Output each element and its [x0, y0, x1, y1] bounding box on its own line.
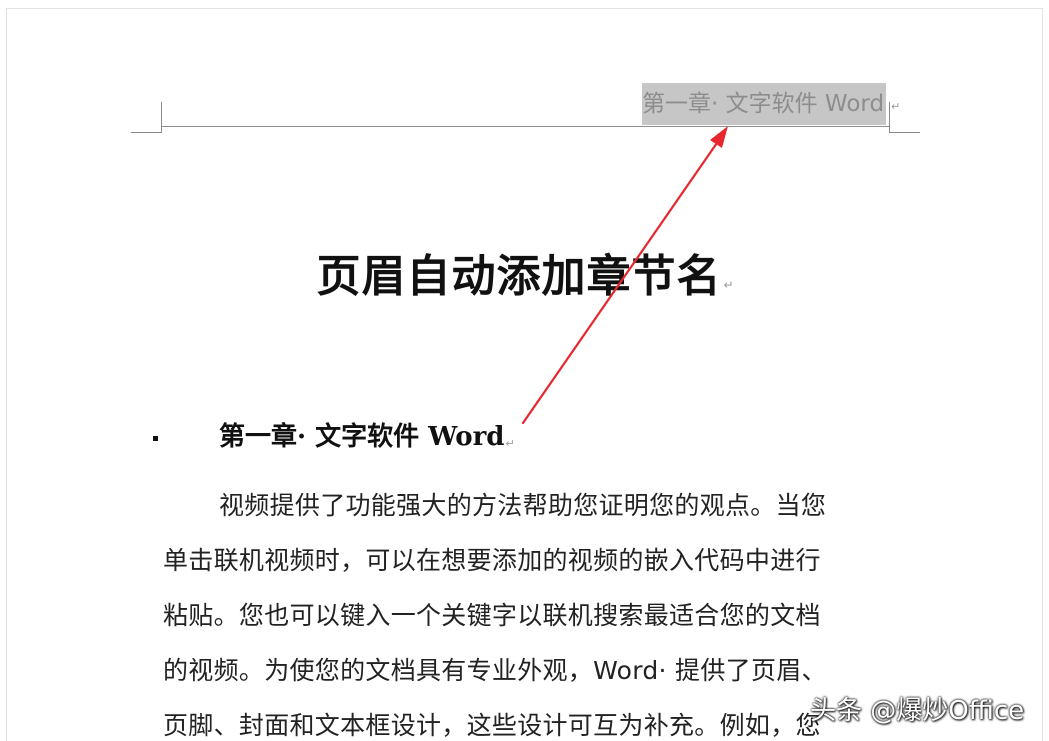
heading-list-bullet	[153, 436, 158, 441]
title-paragraph-mark: ↵	[723, 278, 735, 292]
body-line[interactable]: 的视频。为使您的文档具有专业外观，Word· 提供了页眉、	[163, 651, 827, 687]
document-page: 第一章· 文字软件 Word ↵ 页眉自动添加章节名 ↵ 第一章· 文字软件 Wo…	[0, 0, 1049, 741]
body-line[interactable]: 页脚、封面和文本框设计，这些设计可互为补充。例如，您	[163, 706, 821, 741]
crop-mark-top-right-vertical	[889, 102, 890, 133]
chapter-heading-text: 第一章· 文字软件 Word	[219, 422, 505, 452]
crop-mark-top-right-horizontal	[889, 132, 920, 133]
document-title[interactable]: 页眉自动添加章节名 ↵	[0, 240, 1049, 304]
document-title-text: 页眉自动添加章节名	[316, 251, 722, 302]
body-line[interactable]: 单击联机视频时，可以在想要添加的视频的嵌入代码中进行	[163, 541, 821, 577]
crop-mark-top-left-vertical	[161, 102, 162, 133]
chapter-heading[interactable]: 第一章· 文字软件 Word↵	[219, 416, 515, 453]
watermark: 头条 @爆炒Office	[810, 696, 1025, 726]
header-chapter-text: 第一章· 文字软件 Word	[642, 91, 885, 117]
header-border-line	[162, 126, 889, 127]
body-line[interactable]: 粘贴。您也可以键入一个关键字以联机搜索最适合您的文档	[163, 596, 821, 632]
body-line[interactable]: 视频提供了功能强大的方法帮助您证明您的观点。当您	[219, 486, 826, 522]
heading-paragraph-mark: ↵	[505, 437, 515, 450]
header-chapter-field[interactable]: 第一章· 文字软件 Word	[642, 83, 887, 125]
crop-mark-top-left-horizontal	[131, 132, 162, 133]
header-paragraph-mark: ↵	[891, 100, 901, 113]
